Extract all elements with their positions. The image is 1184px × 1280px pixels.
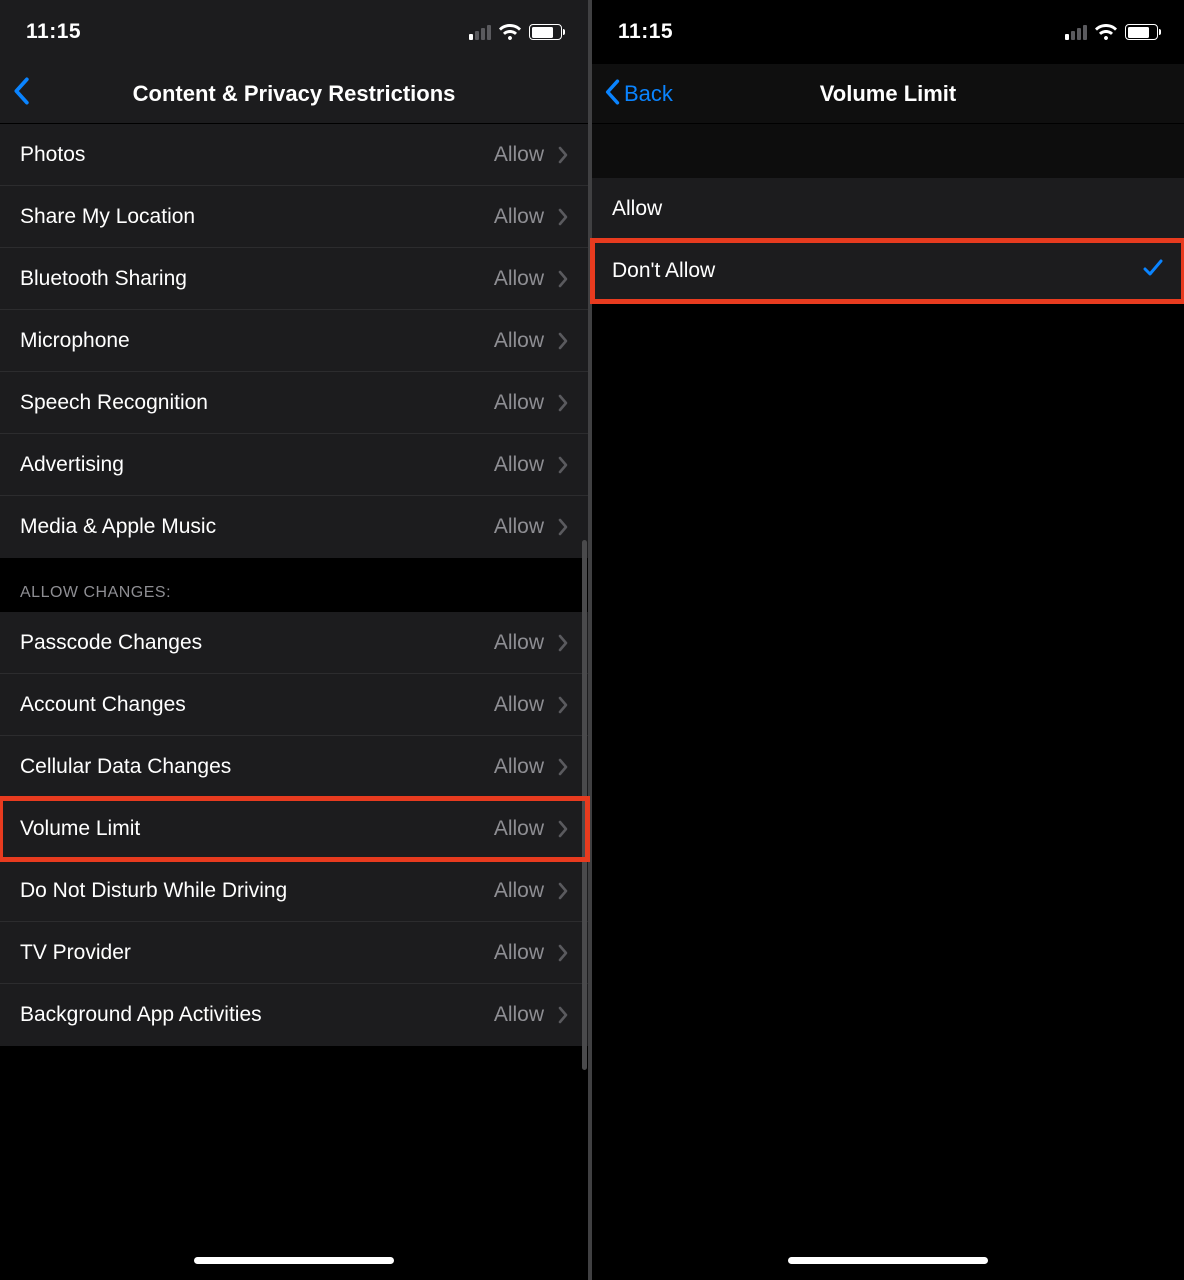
battery-icon	[1125, 24, 1158, 40]
row-value: Allow	[494, 515, 544, 539]
back-button[interactable]: Back	[604, 64, 673, 123]
row-value: Allow	[494, 817, 544, 841]
status-bar: 11:15	[592, 0, 1184, 64]
row-value: Allow	[494, 755, 544, 779]
chevron-right-icon	[558, 456, 568, 474]
list-row[interactable]: Don't Allow	[592, 240, 1184, 302]
list-row[interactable]: Allow	[592, 178, 1184, 240]
list-row[interactable]: Share My LocationAllow	[0, 186, 588, 248]
chevron-right-icon	[558, 394, 568, 412]
chevron-right-icon	[558, 634, 568, 652]
battery-icon	[529, 24, 562, 40]
row-value: Allow	[494, 205, 544, 229]
chevron-right-icon	[558, 518, 568, 536]
row-label: Background App Activities	[20, 1003, 494, 1027]
spacer	[592, 124, 1184, 178]
chevron-right-icon	[558, 270, 568, 288]
list-row[interactable]: Cellular Data ChangesAllow	[0, 736, 588, 798]
list-row[interactable]: Volume LimitAllow	[0, 798, 588, 860]
wifi-icon	[1095, 24, 1117, 40]
row-label: Bluetooth Sharing	[20, 267, 494, 291]
row-label: Do Not Disturb While Driving	[20, 879, 494, 903]
home-indicator[interactable]	[788, 1257, 988, 1264]
row-label: Cellular Data Changes	[20, 755, 494, 779]
chevron-right-icon	[558, 882, 568, 900]
list-row[interactable]: Bluetooth SharingAllow	[0, 248, 588, 310]
row-label: Account Changes	[20, 693, 494, 717]
row-label: Passcode Changes	[20, 631, 494, 655]
list-row[interactable]: AdvertisingAllow	[0, 434, 588, 496]
chevron-right-icon	[558, 820, 568, 838]
row-value: Allow	[494, 879, 544, 903]
cellular-signal-icon	[469, 25, 491, 40]
list-row[interactable]: PhotosAllow	[0, 124, 588, 186]
chevron-left-icon	[12, 77, 30, 111]
row-label: Volume Limit	[20, 817, 494, 841]
row-value: Allow	[494, 329, 544, 353]
list-row[interactable]: Speech RecognitionAllow	[0, 372, 588, 434]
list-row[interactable]: Background App ActivitiesAllow	[0, 984, 588, 1046]
list-row[interactable]: TV ProviderAllow	[0, 922, 588, 984]
privacy-section: PhotosAllowShare My LocationAllowBluetoo…	[0, 124, 588, 558]
row-label: Speech Recognition	[20, 391, 494, 415]
chevron-right-icon	[558, 332, 568, 350]
home-indicator[interactable]	[194, 1257, 394, 1264]
wifi-icon	[499, 24, 521, 40]
chevron-right-icon	[558, 1006, 568, 1024]
list-row[interactable]: Account ChangesAllow	[0, 674, 588, 736]
section-header-allow-changes: ALLOW CHANGES:	[0, 558, 588, 612]
status-icons	[1065, 24, 1158, 40]
list-row[interactable]: Do Not Disturb While DrivingAllow	[0, 860, 588, 922]
row-label: Photos	[20, 143, 494, 167]
cellular-signal-icon	[1065, 25, 1087, 40]
row-label: TV Provider	[20, 941, 494, 965]
row-label: Allow	[612, 197, 1164, 221]
row-value: Allow	[494, 453, 544, 477]
row-label: Media & Apple Music	[20, 515, 494, 539]
row-label: Advertising	[20, 453, 494, 477]
row-label: Share My Location	[20, 205, 494, 229]
checkmark-icon	[1142, 258, 1164, 283]
back-button[interactable]	[12, 64, 30, 123]
row-value: Allow	[494, 267, 544, 291]
left-screen: 11:15 Content & Privacy Restrictions Pho…	[0, 0, 592, 1280]
status-bar: 11:15	[0, 0, 588, 64]
page-title: Volume Limit	[592, 81, 1184, 107]
row-value: Allow	[494, 391, 544, 415]
chevron-right-icon	[558, 696, 568, 714]
row-label: Don't Allow	[612, 259, 1142, 283]
nav-bar: Back Volume Limit	[592, 64, 1184, 124]
row-value: Allow	[494, 1003, 544, 1027]
row-value: Allow	[494, 693, 544, 717]
chevron-right-icon	[558, 758, 568, 776]
status-time: 11:15	[26, 20, 81, 44]
list-row[interactable]: Passcode ChangesAllow	[0, 612, 588, 674]
row-value: Allow	[494, 143, 544, 167]
nav-bar: Content & Privacy Restrictions	[0, 64, 588, 124]
back-label: Back	[624, 81, 673, 107]
list-row[interactable]: Media & Apple MusicAllow	[0, 496, 588, 558]
right-screen: 11:15 Back Volume Limit Allow Don't Allow	[592, 0, 1184, 1280]
chevron-right-icon	[558, 146, 568, 164]
row-label: Microphone	[20, 329, 494, 353]
status-time: 11:15	[618, 20, 673, 44]
row-value: Allow	[494, 941, 544, 965]
chevron-left-icon	[604, 77, 620, 111]
chevron-right-icon	[558, 208, 568, 226]
chevron-right-icon	[558, 944, 568, 962]
status-icons	[469, 24, 562, 40]
allow-changes-section: Passcode ChangesAllowAccount ChangesAllo…	[0, 612, 588, 1046]
page-title: Content & Privacy Restrictions	[0, 81, 588, 107]
row-value: Allow	[494, 631, 544, 655]
list-row[interactable]: MicrophoneAllow	[0, 310, 588, 372]
volume-limit-options: Allow Don't Allow	[592, 178, 1184, 302]
